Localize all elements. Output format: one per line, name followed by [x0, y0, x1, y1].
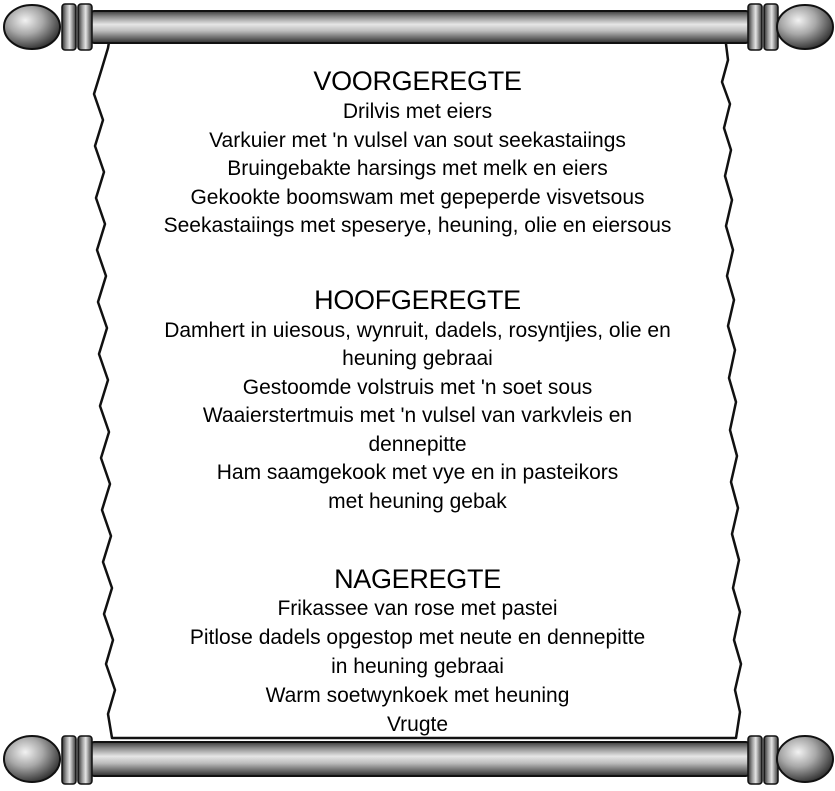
bottom-rod-icon — [3, 735, 834, 785]
top-rod-icon — [3, 3, 834, 51]
dish-line: heuning gebraai — [342, 347, 493, 370]
dish-line: Gekookte boomswam met gepeperde visvetso… — [190, 185, 645, 209]
dish-line: Bruingebakte harsings met melk en eiers — [227, 157, 608, 180]
menu-section-voorgeregte: VOORGEREGTE Drilvis met eiers Varkuier m… — [105, 64, 730, 241]
dish-line: in heuning gebraai — [331, 655, 504, 678]
dish-line: Warm soetwynkoek met heuning — [265, 684, 570, 707]
dish-line: met heuning gebak — [328, 489, 507, 513]
section-title: HOOFGEREGTE — [314, 284, 521, 315]
dish-line: Frikassee van rose met pastei — [277, 597, 558, 620]
dish-line: Drilvis met eiers — [342, 100, 493, 123]
dish-line: Ham saamgekook met vye en in pasteikors — [216, 461, 619, 484]
dish-line: dennepitte — [368, 432, 467, 456]
dish-line: Varkuier met 'n vulsel van sout seekasta… — [209, 128, 626, 152]
section-title: NAGEREGTE — [334, 564, 501, 594]
dish-line: Damhert in uiesous, wynruit, dadels, ros… — [164, 318, 671, 342]
section-title: VOORGEREGTE — [313, 66, 522, 96]
menu-section-hoofgeregte: HOOFGEREGTE Damhert in uiesous, wynruit,… — [105, 283, 730, 517]
menu-card: VOORGEREGTE Drilvis met eiers Varkuier m… — [105, 58, 730, 738]
dish-line: Pitlose dadels opgestop met neute en den… — [189, 626, 646, 649]
dish-line: Waaierstertmuis met 'n vulsel van varkvl… — [202, 404, 633, 427]
dish-line: Gestoomde volstruis met 'n soet sous — [242, 375, 593, 399]
dish-line: Vrugte — [386, 713, 449, 736]
menu-section-nageregte: NAGEREGTE Frikassee van rose met pastei … — [105, 564, 730, 739]
dish-line: Seekastaiings met speserye, heuning, oli… — [163, 214, 672, 237]
